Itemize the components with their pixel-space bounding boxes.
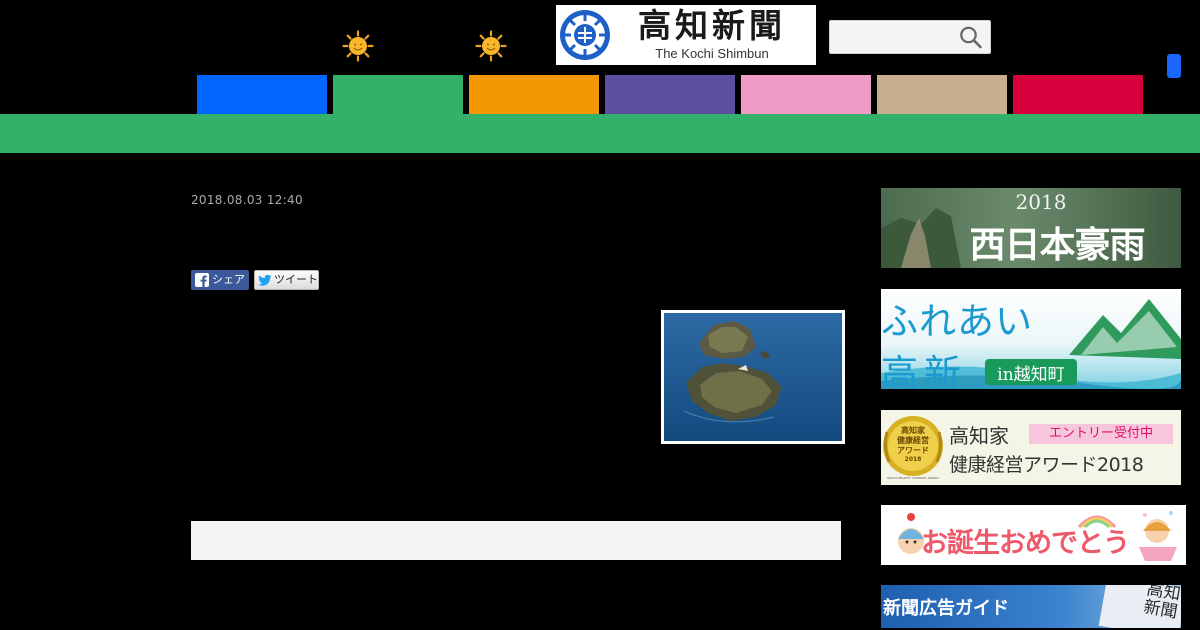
twitter-share-button[interactable]: ツイート: [254, 270, 319, 290]
twitter-icon: [258, 273, 272, 287]
nav-tab-4[interactable]: [605, 75, 735, 114]
logo-title: 高知新聞: [638, 6, 786, 45]
article-body-placeholder: [191, 521, 841, 560]
banner-title: 西日本豪雨: [969, 224, 1145, 266]
nav-tab-5[interactable]: [741, 75, 871, 114]
banner-birthday[interactable]: お誕生おめでとう: [881, 505, 1186, 565]
twitter-share-label: ツイート: [274, 273, 318, 286]
award-badge-text: 高知家 健康経営 アワード 2018: [897, 426, 929, 463]
search-input[interactable]: [829, 20, 991, 54]
banner-ad-guide[interactable]: 高知新聞 新聞広告ガイド: [881, 585, 1181, 628]
facebook-icon: [195, 273, 209, 287]
banner-health-award[interactable]: 高知家 健康経営 アワード 2018 KOCHI HEALTHY COMPANY…: [881, 410, 1181, 485]
birthday-title: お誕生おめでとう: [921, 528, 1130, 559]
sun-icon: [342, 30, 374, 62]
article-photo[interactable]: [661, 310, 845, 444]
award-badge-caption: KOCHI HEALTHY COMPANY AWARD: [887, 476, 939, 480]
nav-tab-2[interactable]: [333, 75, 463, 114]
banner-line1: ふれあい: [881, 300, 1033, 343]
search-icon: [960, 26, 982, 49]
facebook-share-label: シェア: [212, 273, 245, 286]
entry-open-tag: エントリー受付中: [1029, 424, 1173, 444]
banner-west-japan-rain[interactable]: 2018 西日本豪雨: [881, 188, 1181, 268]
banner-line2: 高新: [881, 352, 967, 389]
nav-tab-3[interactable]: [469, 75, 599, 114]
sun-icon: [475, 30, 507, 62]
banner-place: in越知町: [997, 365, 1065, 385]
article-datetime: 2018.08.03 12:40: [191, 193, 303, 207]
award-title-line1: 高知家: [949, 424, 1009, 448]
search-button[interactable]: [956, 24, 986, 50]
nav-tab-1[interactable]: [197, 75, 327, 114]
ad-guide-title: 新聞広告ガイド: [883, 598, 1009, 619]
emblem-icon: [559, 9, 611, 61]
subnav-band: [0, 114, 1200, 153]
site-logo[interactable]: 高知新聞 The Kochi Shimbun: [556, 5, 816, 65]
nav-tab-7[interactable]: [1013, 75, 1143, 114]
banner-fureai-koshin[interactable]: ふれあい 高新 in越知町: [881, 289, 1181, 389]
banner-year: 2018: [1015, 190, 1067, 214]
islands-photo: [664, 313, 842, 441]
menu-button[interactable]: [1167, 54, 1181, 78]
logo-subtitle: The Kochi Shimbun: [655, 46, 769, 61]
nav-tab-6[interactable]: [877, 75, 1007, 114]
newspaper-masthead: 高知新聞: [1141, 585, 1181, 623]
award-title-line2: 健康経営アワード2018: [949, 454, 1144, 476]
facebook-share-button[interactable]: シェア: [191, 270, 249, 290]
